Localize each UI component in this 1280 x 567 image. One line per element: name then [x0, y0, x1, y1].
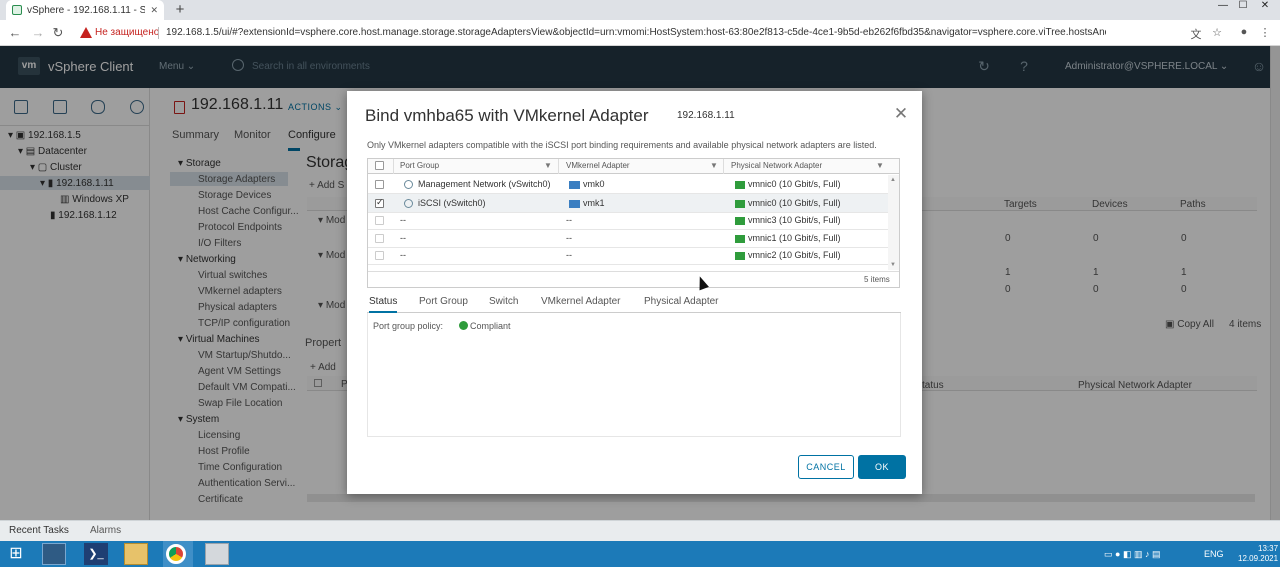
recent-tasks-tab[interactable]: Recent Tasks: [9, 525, 69, 536]
physical-nic-icon: [735, 252, 745, 260]
profile-icon[interactable]: ●: [1237, 26, 1251, 38]
tab-port-group[interactable]: Port Group: [419, 296, 468, 307]
start-icon[interactable]: ⊞: [4, 543, 28, 565]
cell-port-group: --: [400, 233, 406, 243]
tab-status[interactable]: Status: [369, 296, 398, 313]
browser-tab[interactable]: vSphere - 192.168.1.11 - Storage ✕: [6, 0, 164, 20]
not-secure-warning-icon[interactable]: [80, 27, 92, 38]
back-icon[interactable]: ←: [7, 25, 23, 41]
forward-icon[interactable]: →: [30, 25, 46, 41]
translate-icon[interactable]: 文: [1189, 26, 1203, 42]
cell-port-group: --: [400, 250, 406, 260]
minimize-button[interactable]: —: [1214, 0, 1232, 14]
grid-scrollbar[interactable]: [888, 175, 899, 270]
cell-vmkernel-adapter: --: [566, 233, 572, 243]
tab-switch[interactable]: Switch: [489, 296, 518, 307]
tab-close-icon[interactable]: ✕: [150, 5, 158, 16]
explorer-icon[interactable]: [124, 543, 148, 565]
status-panel: [367, 313, 901, 437]
cell-port-group: iSCSI (vSwitch0): [418, 198, 486, 208]
clock[interactable]: 13:37 12.09.2021: [1238, 544, 1278, 564]
filter-icon[interactable]: ▼: [710, 161, 718, 170]
recent-tasks-bar: [0, 520, 1280, 541]
cell-vmkernel-adapter: vmk1: [583, 198, 605, 208]
vmkernel-adapter-icon: [569, 200, 580, 208]
check-icon: ✓: [376, 197, 384, 207]
not-secure-label[interactable]: Не защищено: [95, 27, 159, 38]
row-checkbox: [375, 216, 384, 225]
address-separator: [158, 27, 159, 39]
cell-physical-adapter: vmnic2 (10 Gbit/s, Full): [748, 250, 841, 260]
column-divider: [558, 159, 559, 174]
physical-nic-icon: [735, 181, 745, 189]
scroll-up-icon[interactable]: ▲: [890, 177, 896, 183]
clock-time: 13:37: [1258, 544, 1279, 553]
close-icon[interactable]: ✕: [893, 105, 909, 123]
grid-footer: [368, 271, 899, 287]
vmkernel-adapter-icon: [569, 181, 580, 189]
close-window-button[interactable]: ✕: [1256, 0, 1274, 14]
row-checkbox: [375, 234, 384, 243]
tray-icons[interactable]: ▭ ● ◧ ▥ ♪ ▤: [1104, 549, 1160, 560]
cancel-button[interactable]: CANCEL: [798, 455, 854, 479]
cell-vmkernel-adapter: --: [566, 250, 572, 260]
bookmark-star-icon[interactable]: ☆: [1210, 26, 1224, 39]
maximize-button[interactable]: ☐: [1234, 0, 1252, 14]
column-divider: [393, 159, 394, 174]
column-divider: [723, 159, 724, 174]
powershell-icon[interactable]: ❯_: [84, 543, 108, 565]
port-group-policy-label: Port group policy:: [373, 321, 444, 331]
select-all-checkbox[interactable]: [375, 161, 384, 170]
new-tab-button[interactable]: +: [172, 1, 188, 18]
language-indicator[interactable]: ENG: [1204, 549, 1224, 559]
cell-physical-adapter: vmnic3 (10 Gbit/s, Full): [748, 215, 841, 225]
port-group-policy-value: Compliant: [470, 321, 511, 331]
cell-physical-adapter: vmnic1 (10 Gbit/s, Full): [748, 233, 841, 243]
alarms-tab[interactable]: Alarms: [90, 525, 121, 536]
browser-menu-icon[interactable]: ⋮: [1258, 26, 1272, 39]
port-group-icon: [404, 180, 413, 189]
cell-physical-adapter: vmnic0 (10 Gbit/s, Full): [748, 179, 841, 189]
reload-icon[interactable]: ↻: [50, 25, 66, 41]
dialog-info-text: Only VMkernel adapters compatible with t…: [367, 140, 877, 150]
filter-icon[interactable]: ▼: [544, 161, 552, 170]
cell-vmkernel-adapter: vmk0: [583, 179, 605, 189]
tab-vmkernel-adapter[interactable]: VMkernel Adapter: [541, 296, 621, 307]
port-group-icon: [404, 199, 413, 208]
tab-title: vSphere - 192.168.1.11 - Storage: [27, 4, 146, 16]
clock-date: 12.09.2021: [1238, 554, 1279, 563]
server-manager-icon[interactable]: [42, 543, 66, 565]
grid-item-count: 5 items: [864, 275, 890, 284]
compliant-check-icon: [459, 321, 468, 330]
dialog-subtitle: 192.168.1.11: [677, 110, 735, 121]
network-icon[interactable]: [205, 543, 229, 565]
row-checkbox: [375, 251, 384, 260]
col-physical-network-adapter[interactable]: Physical Network Adapter: [731, 161, 822, 170]
row-checkbox[interactable]: [375, 180, 384, 189]
col-port-group[interactable]: Port Group: [400, 161, 439, 170]
cell-port-group: Management Network (vSwitch0): [418, 179, 551, 189]
vsphere-favicon-icon: [12, 5, 22, 15]
col-vmkernel-adapter[interactable]: VMkernel Adapter: [566, 161, 630, 170]
scroll-down-icon[interactable]: ▼: [890, 262, 896, 268]
physical-nic-icon: [735, 235, 745, 243]
tab-physical-adapter[interactable]: Physical Adapter: [644, 296, 719, 307]
cell-vmkernel-adapter: --: [566, 215, 572, 225]
filter-icon[interactable]: ▼: [876, 161, 884, 170]
chrome-icon[interactable]: [166, 544, 186, 564]
cell-port-group: --: [400, 215, 406, 225]
url-field[interactable]: 192.168.1.5/ui/#?extensionId=vsphere.cor…: [166, 27, 1106, 38]
row-checkbox[interactable]: ✓: [375, 197, 384, 208]
ok-button[interactable]: OK: [858, 455, 906, 479]
cell-physical-adapter: vmnic0 (10 Gbit/s, Full): [748, 198, 841, 208]
dialog-title: Bind vmhba65 with VMkernel Adapter: [365, 106, 649, 125]
physical-nic-icon: [735, 217, 745, 225]
physical-nic-icon: [735, 200, 745, 208]
browser-tab-strip: [0, 0, 1280, 20]
